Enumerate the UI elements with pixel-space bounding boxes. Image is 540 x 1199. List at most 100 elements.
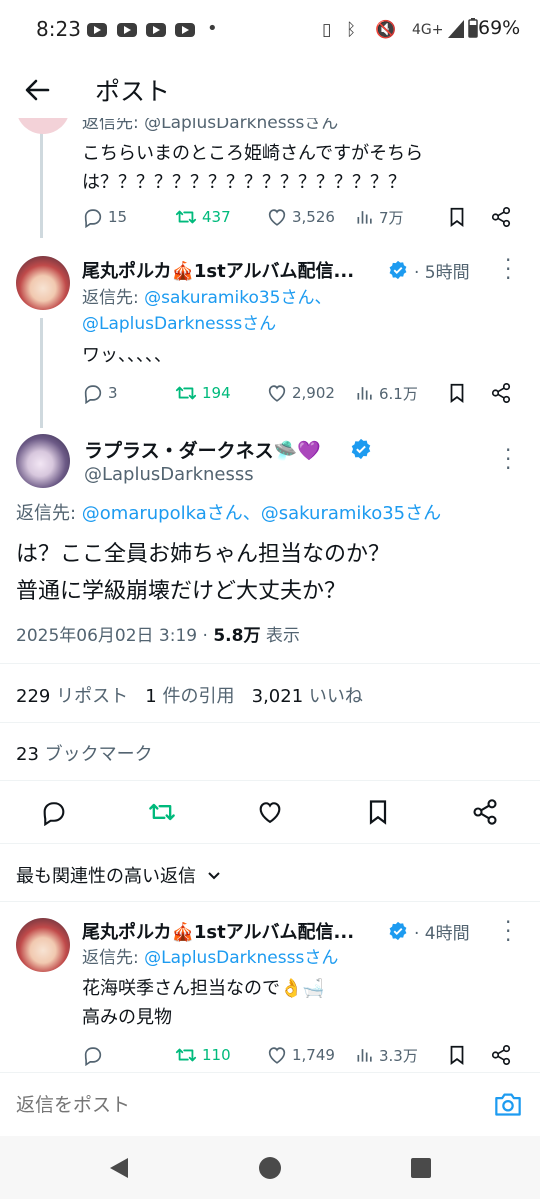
mute-icon: 🔇: [375, 20, 397, 40]
like-button[interactable]: 2,902: [266, 382, 335, 404]
analytics-icon: [357, 387, 372, 400]
share-button[interactable]: [490, 1044, 516, 1066]
divider: [0, 780, 540, 781]
reply-to-users[interactable]: @omarupolkaさん、@sakuramiko35さん: [82, 503, 441, 524]
like-count: 3,526: [292, 208, 335, 226]
heart-icon: [259, 802, 281, 824]
sort-label: 最も関連性の高い返信: [16, 866, 196, 887]
reply-to-user[interactable]: @LaplusDarknesssさん: [144, 948, 338, 968]
avatar-polka[interactable]: [16, 256, 70, 310]
repost-icon: [175, 386, 197, 400]
reply-count: 15: [108, 208, 128, 226]
views-count: 3.3万: [379, 1046, 418, 1065]
author-name[interactable]: 尾丸ポルカ🎪1stアルバム配信...: [82, 918, 354, 944]
main-like-button[interactable]: [256, 798, 284, 830]
arrow-left-icon: [25, 79, 50, 101]
heart-icon: [268, 385, 286, 402]
verified-badge-icon: [389, 921, 407, 941]
views-count: 5.8万: [213, 626, 261, 646]
reply-icon: [43, 802, 65, 827]
main-tweet-text: は？ここ全員お姉ちゃん担当なのか？ 普通に学級崩壊だけど大丈夫か？: [16, 542, 391, 604]
reply-composer: [0, 1072, 540, 1136]
like-count: 2,902: [292, 384, 335, 402]
repost-count: 194: [202, 384, 231, 402]
nav-recents-icon[interactable]: [410, 1157, 432, 1179]
youtube-notification-icon: [175, 23, 195, 37]
repost-icon: [175, 210, 197, 224]
likes-stat[interactable]: 3,021 いいね: [252, 686, 363, 707]
reply-sort-selector[interactable]: 最も関連性の高い返信: [16, 862, 222, 888]
views-count: 7万: [379, 208, 404, 227]
author-name[interactable]: 尾丸ポルカ🎪1stアルバム配信...: [82, 257, 354, 283]
heart-icon: [268, 1047, 286, 1064]
views-count: 6.1万: [379, 384, 418, 403]
bookmark-button[interactable]: [446, 206, 472, 228]
views-button[interactable]: 3.3万: [355, 1044, 418, 1066]
main-repost-button[interactable]: [147, 798, 177, 830]
reply-button[interactable]: 15: [82, 206, 127, 228]
thread-line: [40, 118, 43, 238]
analytics-icon: [357, 1049, 372, 1062]
engagement-stats: 229 リポスト 1 件の引用 3,021 いいね: [16, 682, 363, 708]
reply-input[interactable]: [16, 1089, 456, 1121]
repost-button[interactable]: 437: [174, 206, 231, 228]
app-header: ポスト: [0, 62, 540, 118]
views-button[interactable]: 7万: [355, 206, 404, 228]
repost-button[interactable]: 194: [174, 382, 231, 404]
author-handle[interactable]: @LaplusDarknesss: [84, 464, 254, 485]
reply-to-user[interactable]: @LaplusDarknesssさん: [82, 314, 276, 334]
like-button[interactable]: 3,526: [266, 206, 335, 228]
reply-button[interactable]: 3: [82, 382, 118, 404]
nav-back-icon[interactable]: [108, 1156, 130, 1180]
bookmarks-stat[interactable]: 23 ブックマーク: [16, 740, 153, 766]
back-button[interactable]: [18, 70, 58, 110]
repost-button[interactable]: 110: [174, 1044, 231, 1066]
status-time: 8:23: [36, 17, 81, 41]
divider: [0, 843, 540, 844]
camera-button[interactable]: [494, 1091, 522, 1121]
main-reply-button[interactable]: [40, 798, 68, 830]
network-label: 4G+: [412, 22, 444, 38]
quotes-stat[interactable]: 1 件の引用: [145, 686, 234, 707]
share-icon: [491, 383, 511, 403]
bookmark-button[interactable]: [446, 382, 472, 404]
like-count: 1,749: [292, 1046, 335, 1064]
like-button[interactable]: 1,749: [266, 1044, 335, 1066]
status-bar: 8:23 • ▯ ᛒ 🔇 4G+ 69%: [0, 0, 540, 62]
tweet-timestamp: 2025年06月02日 3:19 · 5.8万 表示: [16, 626, 300, 646]
thread-line: [40, 318, 43, 428]
main-share-button[interactable]: [471, 798, 499, 830]
author-name[interactable]: ラプラス・ダークネス🛸💜: [84, 436, 321, 463]
share-button[interactable]: [490, 382, 516, 404]
system-nav-bar: [0, 1136, 540, 1199]
divider: [0, 663, 540, 664]
repost-count: 110: [202, 1046, 231, 1064]
avatar-laplus[interactable]: [16, 434, 70, 488]
bookmark-button[interactable]: [446, 1044, 472, 1066]
camera-icon: [495, 1093, 521, 1116]
more-options-icon[interactable]: · · ·: [505, 912, 511, 950]
reply-to-user[interactable]: @sakuramiko35さん、: [144, 288, 331, 308]
divider: [0, 901, 540, 902]
nav-home-icon[interactable]: [258, 1156, 282, 1180]
nfc-icon: ▯: [322, 20, 332, 40]
reply-count: 3: [108, 384, 118, 402]
avatar-polka[interactable]: [16, 918, 70, 972]
bookmark-icon: [450, 207, 464, 227]
chevron-down-icon: [208, 872, 220, 880]
youtube-notification-icon: [117, 23, 137, 37]
reposts-stat[interactable]: 229 リポスト: [16, 686, 128, 707]
views-button[interactable]: 6.1万: [355, 382, 418, 404]
repost-icon: [149, 803, 175, 821]
more-options-icon[interactable]: · · ·: [505, 440, 511, 478]
repost-icon: [175, 1048, 197, 1062]
more-notifications-dot: •: [207, 18, 218, 39]
name-emoji: 🛸💜: [273, 440, 321, 462]
reply-button[interactable]: [82, 1044, 108, 1066]
share-button[interactable]: [490, 206, 516, 228]
more-options-icon[interactable]: · · ·: [505, 250, 511, 288]
main-bookmark-button[interactable]: [364, 798, 392, 830]
page-title: ポスト: [95, 77, 171, 106]
signal-icon: [448, 20, 464, 38]
divider: [0, 722, 540, 723]
